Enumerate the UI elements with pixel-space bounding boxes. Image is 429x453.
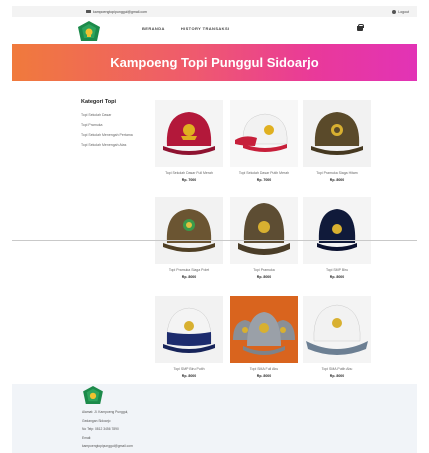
- main-navbar: BERANDA HISTORY TRANSAKSI: [12, 18, 417, 42]
- footer-address-line: Alamat: Jl. Kampoeng Punggul,: [82, 410, 129, 414]
- top-utility-bar: kampoengtopipunggul@gmail.com Logout: [12, 6, 417, 17]
- hero-banner: Kampoeng Topi Punggul Sidoarjo: [12, 44, 417, 81]
- product-card[interactable]: Topi Sekolah Dasar Putih Merah Rp. 7000: [230, 100, 298, 182]
- emblem-icon: [78, 21, 100, 41]
- footer-phone: No Telp: 0812 3456 7890: [82, 427, 119, 431]
- product-card[interactable]: Topi Pramuka Rp. 8000: [230, 197, 298, 279]
- product-image[interactable]: [230, 100, 298, 167]
- cap-pramuka-icon: [238, 202, 290, 255]
- cap-white-grey-icon: [306, 304, 368, 355]
- product-price: Rp. 8000: [181, 275, 197, 279]
- category-item-sd[interactable]: Topi Sekolah Dasar: [81, 113, 151, 117]
- cap-navy-icon: [317, 208, 357, 251]
- emblem-icon: [83, 386, 103, 404]
- product-card[interactable]: Topi Pramuka Siaga Polet Rp. 8000: [155, 197, 223, 279]
- cap-white-red-icon: [235, 113, 288, 152]
- product-price: Rp. 7000: [256, 178, 272, 182]
- product-caption: Topi SMP Biru: [325, 268, 349, 272]
- product-image[interactable]: [303, 197, 371, 264]
- product-price: Rp. 8000: [329, 178, 345, 182]
- cap-brown-green-badge-icon: [163, 208, 215, 252]
- product-caption: Topi Sekolah Dasar Putih Merah: [238, 171, 290, 175]
- logout-link[interactable]: Logout: [392, 9, 409, 14]
- product-caption: Topi Pramuka Siaga Polet: [168, 268, 210, 272]
- envelope-icon: [86, 9, 91, 14]
- product-price: Rp. 8000: [329, 374, 345, 378]
- cap-brown-icon: [311, 111, 363, 155]
- site-logo[interactable]: [78, 21, 100, 41]
- product-card[interactable]: Topi SMA Putih Abu Rp. 8000: [303, 296, 371, 378]
- category-item-smp[interactable]: Topi Sekolah Menengah Pertama: [81, 133, 151, 137]
- cap-red-icon: [163, 111, 215, 155]
- product-caption: Topi Pramuka: [253, 268, 275, 272]
- product-image[interactable]: [303, 296, 371, 363]
- product-card[interactable]: Topi Pramuka Siaga Hitam Rp. 8000: [303, 100, 371, 182]
- product-card[interactable]: Topi Sekolah Dasar Full Merah Rp. 7000: [155, 100, 223, 182]
- user-icon: [392, 9, 397, 14]
- contact-email: kampoengtopipunggul@gmail.com: [93, 9, 147, 14]
- cap-grey-group-icon: [233, 311, 295, 355]
- product-caption: Topi Sekolah Dasar Full Merah: [165, 171, 213, 175]
- product-price: Rp. 8000: [329, 275, 345, 279]
- product-price: Rp. 8000: [256, 374, 272, 378]
- product-card[interactable]: Topi SMP Biru Putih Rp. 8000: [155, 296, 223, 378]
- product-card[interactable]: Topi SMP Biru Rp. 8000: [303, 197, 371, 279]
- footer-email-label: Email:: [82, 435, 92, 440]
- product-caption: Topi SMP Biru Putih: [173, 367, 205, 371]
- category-item-sma[interactable]: Topi Sekolah Menengah Atas: [81, 143, 151, 147]
- nav-link-history-transaksi[interactable]: HISTORY TRANSAKSI: [181, 26, 230, 31]
- product-image[interactable]: [155, 296, 223, 363]
- banner-title: Kampoeng Topi Punggul Sidoarjo: [110, 55, 319, 70]
- footer-logo: [83, 386, 103, 404]
- product-caption: Topi Pramuka Siaga Hitam: [316, 171, 358, 175]
- cap-navy-white-icon: [163, 307, 215, 353]
- product-image[interactable]: [155, 197, 223, 264]
- cart-icon[interactable]: [357, 24, 364, 31]
- logout-label[interactable]: Logout: [398, 10, 409, 14]
- product-image[interactable]: [155, 100, 223, 167]
- product-caption: Topi SMA Full Abu: [249, 367, 279, 371]
- product-price: Rp. 8000: [256, 275, 272, 279]
- product-image[interactable]: [230, 296, 298, 363]
- product-price: Rp. 8000: [181, 374, 197, 378]
- sidebar-title: Kategori Topi: [81, 99, 117, 105]
- footer-contact-info: Alamat: Jl. Kampoeng Punggul, Gedangan S…: [82, 408, 133, 451]
- product-image[interactable]: [230, 197, 298, 264]
- footer-email[interactable]: kampoengtopipunggul@gmail.com: [82, 442, 133, 451]
- email-contact: kampoengtopipunggul@gmail.com: [86, 10, 147, 14]
- site-footer: Alamat: Jl. Kampoeng Punggul, Gedangan S…: [12, 384, 417, 453]
- nav-links: BERANDA HISTORY TRANSAKSI: [142, 26, 230, 31]
- product-image[interactable]: [303, 100, 371, 167]
- divider-line: [12, 240, 417, 241]
- category-item-pramuka[interactable]: Topi Pramuka: [81, 123, 151, 127]
- product-caption: Topi SMA Putih Abu: [321, 367, 353, 371]
- footer-address-line: Gedangan Sidoarjo: [82, 418, 111, 423]
- product-price: Rp. 7000: [181, 178, 197, 182]
- nav-link-beranda[interactable]: BERANDA: [142, 26, 165, 31]
- product-card[interactable]: Topi SMA Full Abu Rp. 8000: [230, 296, 298, 378]
- category-sidebar: Kategori Topi Topi Sekolah Dasar Topi Pr…: [81, 99, 151, 153]
